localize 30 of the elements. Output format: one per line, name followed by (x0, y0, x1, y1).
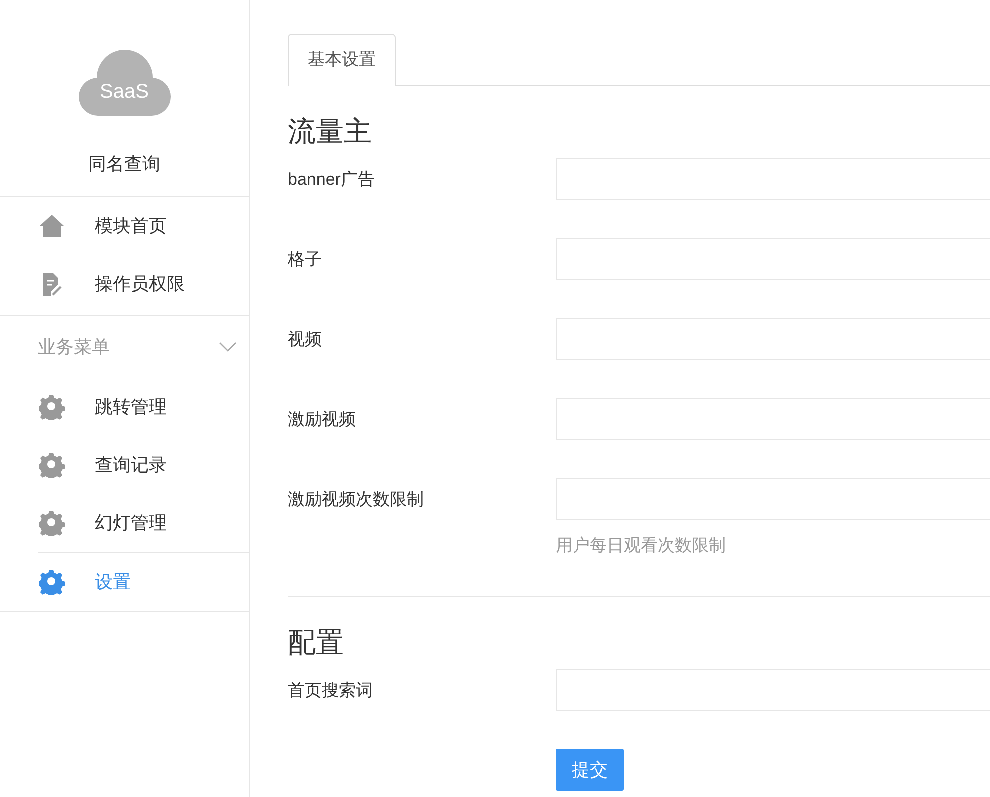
input-field[interactable] (556, 318, 990, 360)
menu-item[interactable]: 查询记录 (0, 436, 249, 494)
app-name: 同名查询 (0, 152, 249, 197)
menu-item[interactable]: 模块首页 (0, 197, 249, 255)
tab[interactable]: 基本设置 (288, 34, 396, 86)
gear-icon (39, 569, 65, 595)
field-label: 格子 (288, 249, 323, 271)
menu-item[interactable]: 操作员权限 (0, 255, 249, 313)
input-field[interactable] (556, 478, 990, 520)
field-hint: 用户每日观看次数限制 (556, 535, 727, 557)
field-label: banner广告 (288, 169, 376, 191)
gear-icon (39, 510, 65, 536)
input-field[interactable] (556, 669, 990, 711)
gear-icon (39, 452, 65, 478)
menu-item[interactable]: 跳转管理 (0, 378, 249, 436)
chevron-icon[interactable] (219, 342, 237, 352)
gear-icon (39, 394, 65, 420)
input-field[interactable] (556, 158, 990, 200)
field-label: 首页搜索词 (288, 680, 374, 702)
section-title: 配置 (288, 626, 345, 660)
group-title: 业务菜单 (38, 336, 110, 359)
input-field[interactable] (556, 398, 990, 440)
input-field[interactable] (556, 238, 990, 280)
home-icon (39, 214, 65, 238)
field-label: 激励视频 (288, 409, 357, 431)
logo-text: SaaS (99, 81, 150, 104)
field-label: 视频 (288, 329, 323, 351)
field-label: 激励视频次数限制 (288, 489, 425, 511)
menu-item[interactable]: 幻灯管理 (0, 494, 249, 552)
section-title: 流量主 (288, 115, 373, 149)
